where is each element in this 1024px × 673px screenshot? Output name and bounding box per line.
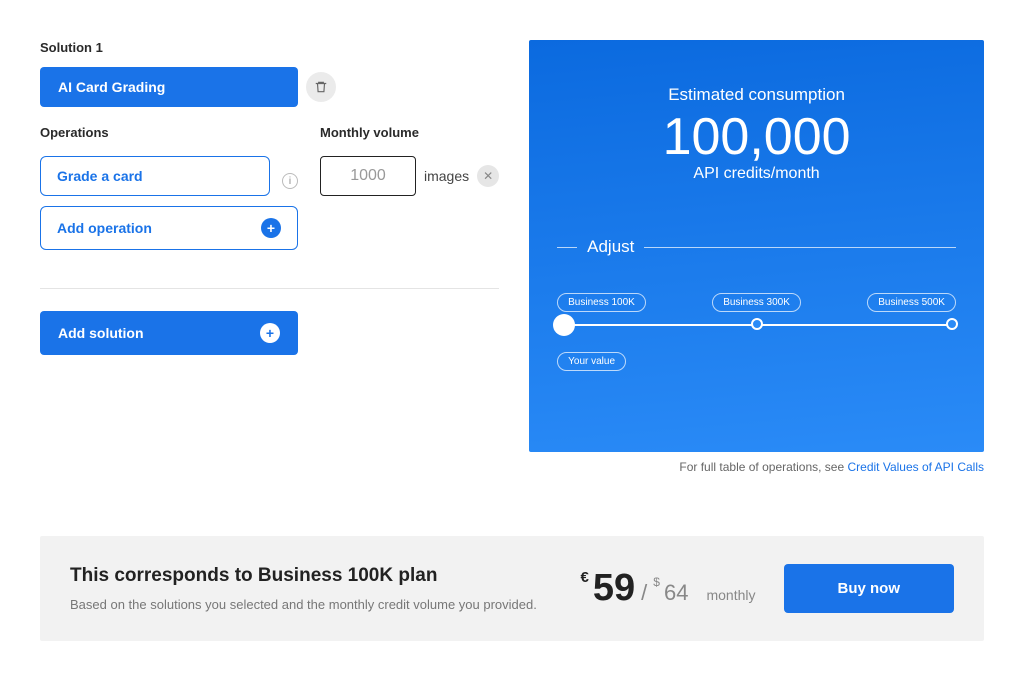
delete-solution-button[interactable]	[306, 72, 336, 102]
divider-line	[644, 247, 956, 248]
plus-icon: +	[261, 218, 281, 238]
footer-note: For full table of operations, see Credit…	[529, 460, 984, 474]
tier-slider[interactable]	[557, 324, 956, 326]
price-slash: /	[641, 580, 647, 606]
usd-price: 64	[664, 580, 688, 606]
add-solution-label: Add solution	[58, 325, 144, 341]
buy-now-button[interactable]: Buy now	[784, 564, 955, 613]
footer-note-prefix: For full table of operations, see	[679, 460, 847, 474]
operation-select[interactable]: Grade a card	[40, 156, 270, 196]
consumption-card: Estimated consumption 100,000 API credit…	[529, 40, 984, 452]
operations-label: Operations	[40, 125, 298, 140]
plan-subtitle: Based on the solutions you selected and …	[70, 597, 581, 612]
slider-handle[interactable]	[553, 314, 575, 336]
divider-line	[557, 247, 577, 248]
plan-summary-strip: This corresponds to Business 100K plan B…	[40, 536, 984, 641]
divider	[40, 288, 499, 289]
tier-badge-100k: Business 100K	[557, 293, 646, 312]
consumption-title: Estimated consumption	[557, 85, 956, 105]
clear-volume-button[interactable]: ✕	[477, 165, 499, 187]
tier-badge-300k: Business 300K	[712, 293, 801, 312]
volume-input[interactable]	[320, 156, 416, 196]
volume-unit: images	[424, 168, 469, 184]
close-icon: ✕	[483, 169, 493, 183]
eur-price: 59	[593, 567, 635, 610]
add-operation-button[interactable]: Add operation +	[40, 206, 298, 250]
slider-stop	[946, 318, 958, 330]
plus-icon: +	[260, 323, 280, 343]
usd-symbol: $	[653, 575, 660, 589]
consumption-value: 100,000	[557, 107, 956, 167]
your-value-badge: Your value	[557, 352, 626, 371]
consumption-unit: API credits/month	[557, 165, 956, 183]
slider-stop	[751, 318, 763, 330]
adjust-label: Adjust	[587, 237, 634, 257]
plan-title: This corresponds to Business 100K plan	[70, 565, 581, 587]
price-block: € 59 / $ 64 monthly	[581, 567, 756, 610]
solution-select[interactable]: AI Card Grading	[40, 67, 298, 107]
info-icon[interactable]: i	[282, 173, 298, 189]
operation-name: Grade a card	[57, 168, 143, 184]
monthly-volume-label: Monthly volume	[320, 125, 499, 140]
trash-icon	[314, 80, 328, 94]
eur-symbol: €	[581, 569, 589, 586]
billing-period: monthly	[706, 587, 755, 603]
credit-values-link[interactable]: Credit Values of API Calls	[847, 460, 984, 474]
tier-badge-500k: Business 500K	[867, 293, 956, 312]
solution-label: Solution 1	[40, 40, 499, 55]
add-solution-button[interactable]: Add solution +	[40, 311, 298, 355]
add-operation-label: Add operation	[57, 220, 152, 236]
